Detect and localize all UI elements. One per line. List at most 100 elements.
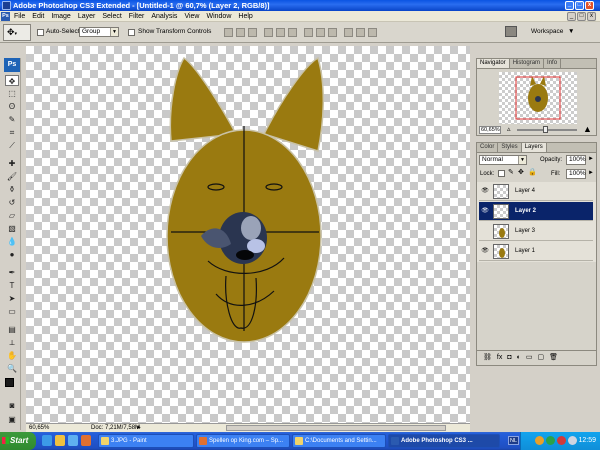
brush-tool-icon[interactable]: 🖌 bbox=[5, 171, 19, 182]
type-tool-icon[interactable]: T bbox=[5, 280, 19, 291]
menu-help[interactable]: Help bbox=[238, 11, 252, 22]
eraser-tool-icon[interactable]: ▱ bbox=[5, 210, 19, 221]
path-select-tool-icon[interactable]: ➤ bbox=[5, 293, 19, 304]
align-bottom-icon[interactable] bbox=[248, 28, 257, 37]
stamp-tool-icon[interactable]: ⚱ bbox=[5, 184, 19, 195]
link-layers-icon[interactable]: ⛓ bbox=[483, 351, 492, 365]
align-left-icon[interactable] bbox=[264, 28, 273, 37]
quicklaunch-firefox-icon[interactable] bbox=[81, 435, 91, 446]
close-button[interactable]: x bbox=[585, 1, 594, 10]
canvas[interactable] bbox=[26, 46, 470, 423]
menu-window[interactable]: Window bbox=[206, 11, 231, 22]
navigator-thumbnail[interactable] bbox=[499, 72, 577, 124]
gradient-tool-icon[interactable]: ▧ bbox=[5, 223, 19, 234]
blur-tool-icon[interactable]: 💧 bbox=[5, 236, 19, 247]
fill-field[interactable]: 100% bbox=[566, 169, 586, 179]
dodge-tool-icon[interactable]: ● bbox=[5, 249, 19, 260]
distribute-right-icon[interactable] bbox=[368, 28, 377, 37]
blend-mode-dropdown[interactable]: Normal ▼ bbox=[479, 155, 527, 165]
lock-position-icon[interactable]: ✥ bbox=[518, 169, 524, 177]
tab-histogram[interactable]: Histogram bbox=[510, 59, 545, 68]
align-top-icon[interactable] bbox=[224, 28, 233, 37]
navigator-zoom-field[interactable]: 60,65% bbox=[479, 126, 501, 134]
minimize-button[interactable]: _ bbox=[565, 1, 574, 10]
slice-tool-icon[interactable]: ⟋ bbox=[5, 140, 19, 151]
eyedropper-tool-icon[interactable]: ⟂ bbox=[5, 337, 19, 348]
tray-icon-2[interactable] bbox=[546, 436, 555, 445]
lock-all-icon[interactable]: 🔒 bbox=[528, 169, 537, 177]
horizontal-scrollbar[interactable] bbox=[226, 425, 446, 431]
pen-tool-icon[interactable]: ✒ bbox=[5, 267, 19, 278]
lasso-tool-icon[interactable]: ʘ bbox=[5, 101, 19, 112]
tab-info[interactable]: Info bbox=[544, 59, 562, 68]
hand-tool-icon[interactable]: ✋ bbox=[5, 350, 19, 361]
auto-select-checkbox[interactable] bbox=[37, 29, 44, 36]
align-hcenter-icon[interactable] bbox=[276, 28, 285, 37]
doc-restore-button[interactable]: □ bbox=[577, 12, 586, 21]
delete-layer-icon[interactable]: 🗑 bbox=[549, 351, 558, 365]
distribute-hcenter-icon[interactable] bbox=[356, 28, 365, 37]
tab-styles[interactable]: Styles bbox=[498, 143, 522, 152]
menu-view[interactable]: View bbox=[184, 11, 199, 22]
tab-layers[interactable]: Layers bbox=[521, 143, 547, 152]
zoom-in-icon[interactable]: ▲ bbox=[583, 124, 592, 134]
quicklaunch-explorer-icon[interactable] bbox=[55, 435, 65, 446]
language-indicator[interactable]: NL bbox=[508, 436, 519, 445]
marquee-tool-icon[interactable]: ⬚ bbox=[5, 88, 19, 99]
eye-hidden-icon[interactable] bbox=[481, 228, 489, 235]
menu-analysis[interactable]: Analysis bbox=[151, 11, 177, 22]
tab-color[interactable]: Color bbox=[477, 143, 499, 152]
distribute-vcenter-icon[interactable] bbox=[316, 28, 325, 37]
menu-layer[interactable]: Layer bbox=[78, 11, 96, 22]
screen-mode-icon[interactable]: ▣ bbox=[5, 414, 19, 425]
distribute-bottom-icon[interactable] bbox=[328, 28, 337, 37]
tray-icon-3[interactable] bbox=[557, 436, 566, 445]
zoom-slider-handle[interactable] bbox=[543, 126, 548, 133]
zoom-out-icon[interactable]: ▵ bbox=[507, 125, 511, 133]
new-group-icon[interactable]: ▭ bbox=[526, 351, 533, 365]
zoom-readout[interactable]: 60,65% bbox=[29, 424, 49, 432]
quick-select-tool-icon[interactable]: ✎ bbox=[5, 114, 19, 125]
new-layer-icon[interactable]: ▢ bbox=[537, 351, 544, 365]
shape-tool-icon[interactable]: ▭ bbox=[5, 306, 19, 317]
eye-icon[interactable]: 👁 bbox=[481, 208, 489, 215]
auto-select-dropdown[interactable]: Group ▼ bbox=[79, 27, 119, 37]
taskbar-button-paint[interactable]: 3.JPG - Paint bbox=[98, 434, 194, 448]
doc-close-button[interactable]: x bbox=[587, 12, 596, 21]
status-arrow-icon[interactable]: ► bbox=[136, 424, 142, 432]
taskbar-button-browser[interactable]: Spellen op King.com – Sp... bbox=[196, 434, 290, 448]
maximize-button[interactable]: □ bbox=[575, 1, 584, 10]
zoom-tool-icon[interactable]: 🔍 bbox=[5, 363, 19, 374]
adjustment-layer-icon[interactable]: ◐ bbox=[517, 351, 521, 365]
show-transform-checkbox[interactable] bbox=[128, 29, 135, 36]
chevron-right-icon[interactable]: ► bbox=[588, 155, 594, 163]
lock-image-icon[interactable]: ✎ bbox=[508, 169, 514, 177]
taskbar-button-explorer[interactable]: C:\Documents and Settin... bbox=[292, 434, 386, 448]
start-button[interactable]: Start bbox=[0, 432, 36, 450]
quick-mask-icon[interactable]: ◙ bbox=[5, 400, 19, 411]
move-tool-icon[interactable]: ✥ bbox=[5, 75, 19, 86]
distribute-top-icon[interactable] bbox=[304, 28, 313, 37]
align-right-icon[interactable] bbox=[288, 28, 297, 37]
notes-tool-icon[interactable]: ▤ bbox=[5, 324, 19, 335]
volume-icon[interactable] bbox=[568, 436, 577, 445]
tool-preset-picker[interactable]: ✥▾ bbox=[3, 24, 31, 41]
menu-select[interactable]: Select bbox=[102, 11, 121, 22]
bridge-icon[interactable] bbox=[505, 26, 517, 37]
menu-file[interactable]: File bbox=[14, 11, 25, 22]
history-brush-tool-icon[interactable]: ↺ bbox=[5, 197, 19, 208]
healing-tool-icon[interactable]: ✚ bbox=[5, 158, 19, 169]
layer-mask-icon[interactable]: ◘ bbox=[507, 351, 511, 365]
eye-icon[interactable]: 👁 bbox=[481, 188, 489, 195]
crop-tool-icon[interactable]: ⌗ bbox=[5, 127, 19, 138]
tray-icon-1[interactable] bbox=[535, 436, 544, 445]
eye-icon[interactable]: 👁 bbox=[481, 248, 489, 255]
menu-filter[interactable]: Filter bbox=[129, 11, 145, 22]
distribute-left-icon[interactable] bbox=[344, 28, 353, 37]
align-vcenter-icon[interactable] bbox=[236, 28, 245, 37]
taskbar-button-photoshop[interactable]: Adobe Photoshop CS3 ... bbox=[388, 434, 500, 448]
opacity-field[interactable]: 100% bbox=[566, 155, 586, 165]
layer-row[interactable]: 👁 Layer 1 bbox=[479, 242, 593, 261]
tab-navigator[interactable]: Navigator bbox=[477, 59, 510, 68]
menu-edit[interactable]: Edit bbox=[32, 11, 44, 22]
